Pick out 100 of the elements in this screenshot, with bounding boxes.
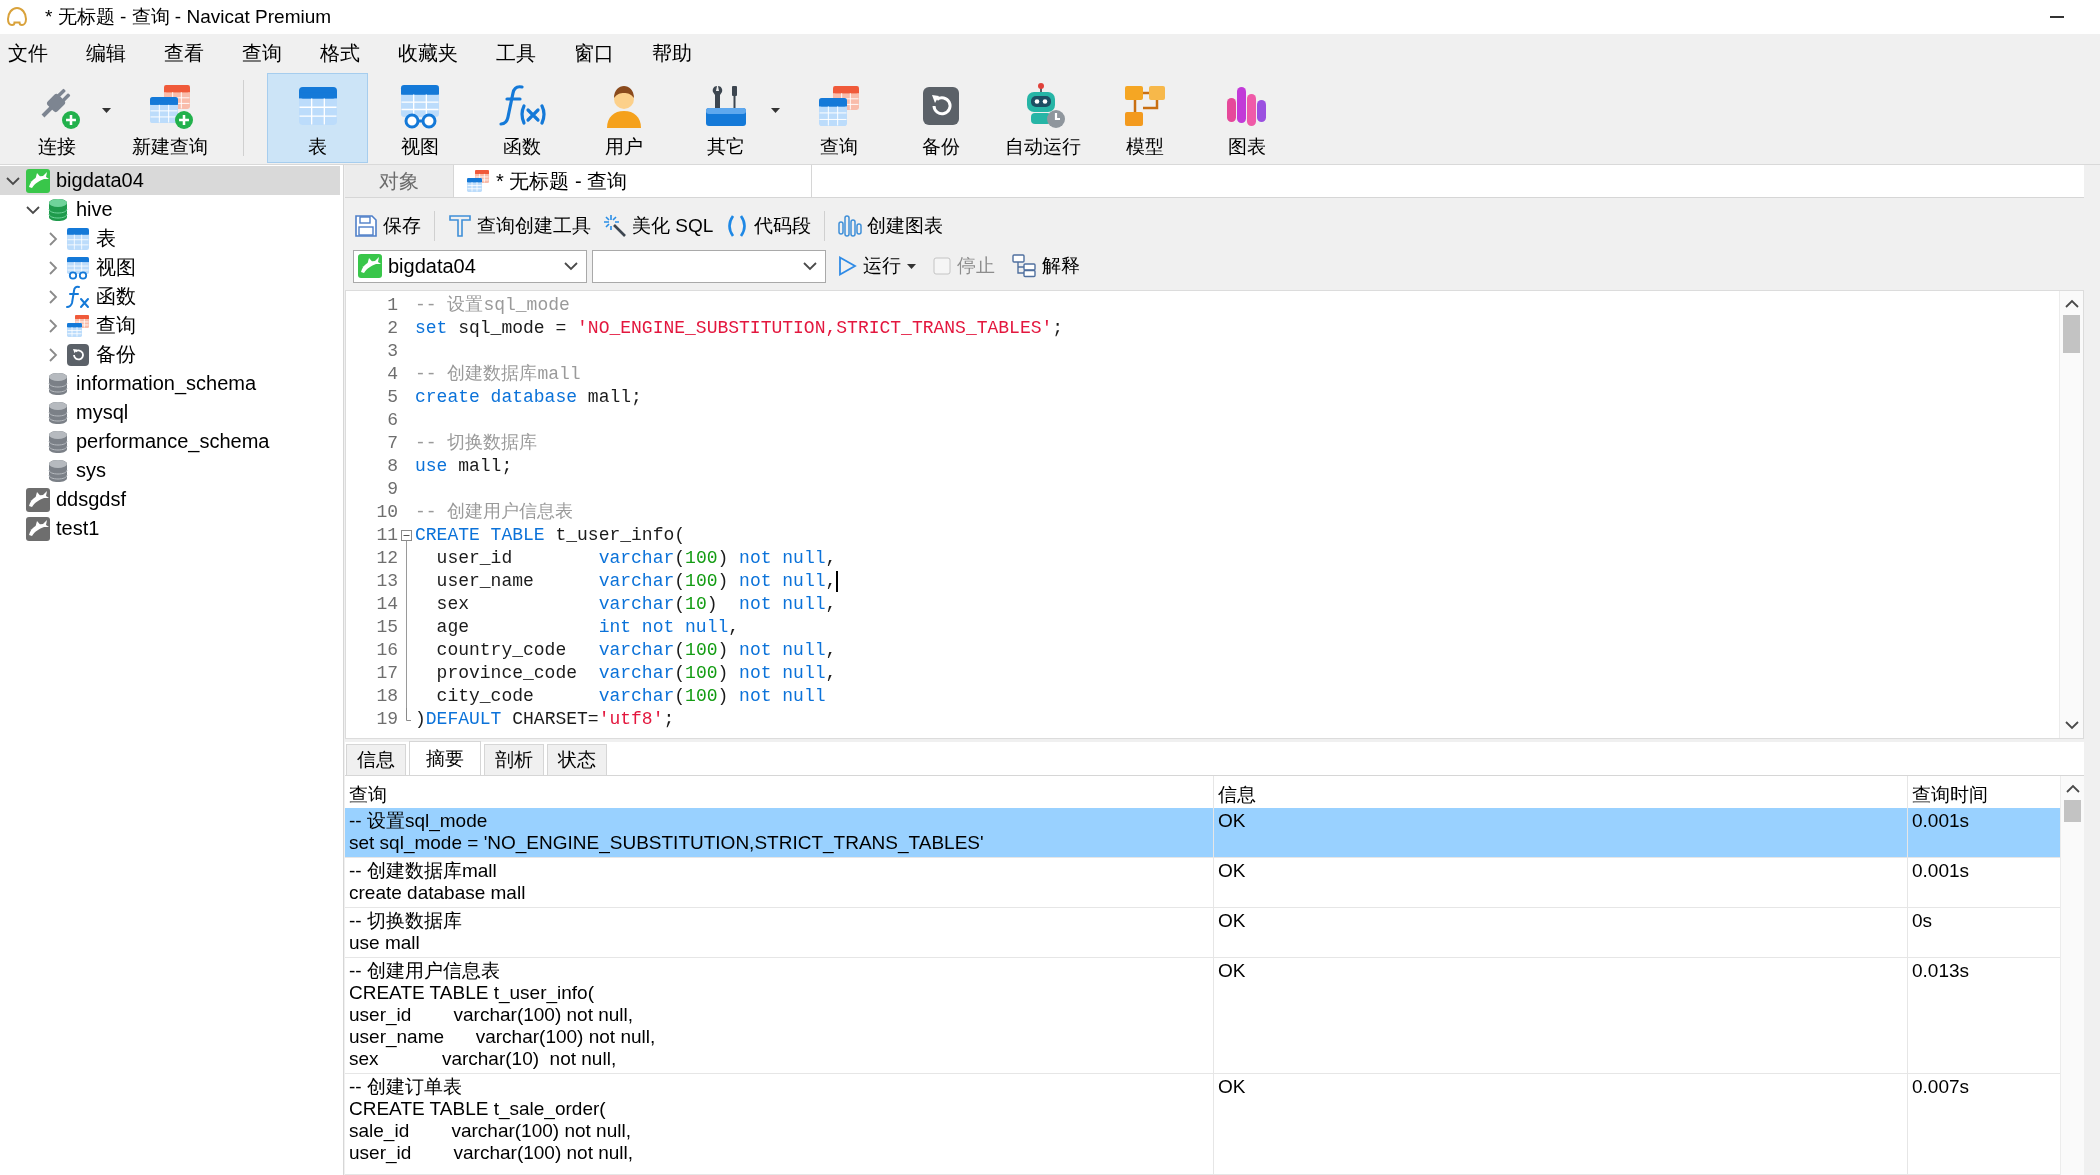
code-line: create database mall;: [415, 386, 642, 409]
code-line: )DEFAULT CHARSET='utf8';: [415, 708, 675, 731]
scrollbar-thumb[interactable]: [2064, 800, 2081, 822]
code-line: -- 创建用户信息表: [415, 501, 574, 524]
menu-item[interactable]: 收藏夹: [398, 39, 458, 67]
line-number: 3: [386, 340, 398, 363]
line-number: 14: [375, 593, 398, 616]
function-button[interactable]: 函数: [471, 73, 572, 163]
query-button[interactable]: 查询: [788, 73, 889, 163]
connect-button[interactable]: 连接: [6, 73, 118, 163]
table-icon: [66, 226, 90, 251]
table-cell-text: -- 设置sql_mode set sql_mode = 'NO_ENGINE_SUBSTITUTION,STRICT_TRANS_TABLES': [348, 809, 985, 856]
scrollbar-thumb[interactable]: [2063, 315, 2080, 353]
explain-button[interactable]: 解释: [1006, 251, 1086, 281]
tree-item[interactable]: 备份: [0, 340, 340, 369]
table-row[interactable]: -- 创建订单表 CREATE TABLE t_sale_order( sale_id varchar(100) not null, user_id varchar(100) not null, OK 0.007s: [345, 1074, 2060, 1175]
tree-item[interactable]: 视图: [0, 253, 340, 282]
line-number: 5: [386, 386, 398, 409]
bar-chart-icon: [838, 214, 863, 238]
table-cell: OK: [1213, 858, 1907, 907]
minimize-icon: [2050, 16, 2064, 18]
stacked-tables-icon: [466, 169, 490, 193]
results-tab[interactable]: 状态: [547, 744, 607, 775]
function-icon: [66, 284, 90, 309]
results-tab[interactable]: 信息: [346, 744, 406, 775]
tree-item[interactable]: 查询: [0, 311, 340, 340]
automation-button[interactable]: 自动运行: [992, 73, 1093, 163]
menu-item[interactable]: 工具: [496, 39, 536, 67]
code-line: CREATE TABLE t_user_info(: [415, 524, 686, 547]
chevron-down-icon: [2064, 718, 2079, 732]
table-cell-text: -- 创建订单表 CREATE TABLE t_sale_order( sale_id varchar(100) not null, user_id varchar(100) not null,: [348, 1075, 635, 1166]
table-row[interactable]: -- 切换数据库 use mall OK 0s: [345, 908, 2060, 958]
line-number: 4: [386, 363, 398, 386]
code-line: sex varchar(10) not null,: [435, 593, 837, 616]
line-number: 18: [375, 685, 398, 708]
code-line: -- 设置sql_mode: [415, 294, 570, 317]
table-glasses-icon: [66, 255, 90, 280]
menu-item[interactable]: 格式: [320, 39, 360, 67]
results-tab[interactable]: 摘要: [409, 741, 481, 775]
line-number: 12: [375, 547, 398, 570]
tree-item[interactable]: 表: [0, 224, 340, 253]
sql-editor[interactable]: [345, 290, 2084, 739]
line-number: 19: [375, 708, 398, 731]
connection-select[interactable]: bigdata04: [353, 249, 587, 283]
chevron-down-icon: [803, 259, 817, 273]
scrollbar[interactable]: [2060, 776, 2084, 1175]
menu-item[interactable]: 窗口: [574, 39, 614, 67]
code-line: user_name varchar(100) not null,: [435, 570, 839, 593]
tree-item[interactable]: mysql: [0, 398, 340, 427]
results-tab[interactable]: 剖析: [484, 744, 544, 775]
tree-item[interactable]: 函数: [0, 282, 340, 311]
code-line: -- 创建数据库mall: [415, 363, 581, 386]
editor-tab[interactable]: 对象: [345, 165, 454, 197]
run-button[interactable]: 运行: [831, 251, 922, 281]
scrollbar[interactable]: [2059, 291, 2083, 738]
menu-item[interactable]: 文件: [8, 39, 48, 67]
view-button[interactable]: 视图: [369, 73, 470, 163]
chevron-down-icon: [564, 259, 578, 273]
create-chart-button[interactable]: 创建图表: [833, 211, 949, 241]
table-cell: OK: [1213, 958, 1907, 1073]
column-header[interactable]: 查询: [345, 776, 1213, 808]
database-select[interactable]: [592, 249, 826, 283]
menu-item[interactable]: 查看: [164, 39, 204, 67]
backup-button[interactable]: 备份: [890, 73, 991, 163]
user-button[interactable]: 用户: [573, 73, 674, 163]
line-number: 16: [375, 639, 398, 662]
table-row[interactable]: -- 设置sql_mode set sql_mode = 'NO_ENGINE_SUBSTITUTION,STRICT_TRANS_TABLES' OK 0.001s: [345, 808, 2060, 858]
tree-item[interactable]: information_schema: [0, 369, 340, 398]
tools-button[interactable]: 其它: [675, 73, 787, 163]
line-number: 8: [386, 455, 398, 478]
query-builder-button[interactable]: 查询创建工具: [443, 211, 596, 241]
chart-button[interactable]: 图表: [1196, 73, 1297, 163]
beautify-sql-button[interactable]: 美化 SQL: [598, 211, 719, 241]
magic-wand-icon: [603, 214, 627, 238]
code-line: city_code varchar(100) not null: [435, 685, 826, 708]
line-number: 15: [375, 616, 398, 639]
code-line: -- 切换数据库: [415, 432, 538, 455]
table-row[interactable]: -- 创建数据库mall create database mall OK 0.001s: [345, 858, 2060, 908]
tree-item[interactable]: ddsgdsf: [0, 485, 340, 514]
code-line: user_id varchar(100) not null,: [435, 547, 837, 570]
code-snippet-button[interactable]: 代码段: [720, 211, 817, 241]
menu-item[interactable]: 帮助: [652, 39, 692, 67]
new-query-button[interactable]: 新建查询: [119, 73, 220, 163]
menu-item[interactable]: 查询: [242, 39, 282, 67]
line-number: 9: [386, 478, 398, 501]
table-cell: OK: [1213, 808, 1907, 857]
table-button[interactable]: 表: [267, 73, 368, 163]
tree-item[interactable]: sys: [0, 456, 340, 485]
tree-item[interactable]: bigdata04: [0, 166, 340, 195]
save-button[interactable]: 保存: [349, 211, 426, 241]
table-row[interactable]: -- 创建用户信息表 CREATE TABLE t_user_info( user_id varchar(100) not null, user_name varchar(100) not null, sex varchar(10) not null, OK 0.013s: [345, 958, 2060, 1074]
tree-item[interactable]: hive: [0, 195, 340, 224]
model-button[interactable]: 模型: [1094, 73, 1195, 163]
table-cell-text: -- 创建数据库mall create database mall: [348, 859, 527, 905]
tree-item[interactable]: test1: [0, 514, 340, 543]
table-cell-text: -- 切换数据库 use mall: [348, 909, 463, 955]
line-number: 7: [386, 432, 398, 455]
menu-item[interactable]: 编辑: [86, 39, 126, 67]
line-number: 17: [375, 662, 398, 685]
tree-item[interactable]: performance_schema: [0, 427, 340, 456]
